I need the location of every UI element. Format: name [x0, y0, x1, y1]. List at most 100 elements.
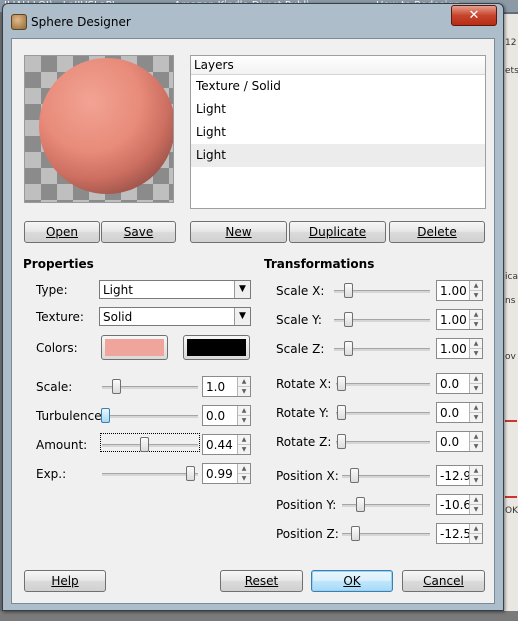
cancel-button[interactable]: Cancel: [402, 570, 485, 592]
spin-up-icon[interactable]: ▲: [470, 339, 482, 349]
exp-slider-track[interactable]: [102, 473, 198, 476]
scale-z-spinner[interactable]: 1.00 ▲ ▼: [436, 338, 483, 359]
exp-slider-handle[interactable]: [186, 466, 195, 481]
new-layer-button[interactable]: New: [190, 221, 287, 243]
save-button[interactable]: Save: [101, 221, 176, 243]
ok-button[interactable]: OK: [311, 570, 393, 592]
amount-value: 0.44: [206, 438, 233, 452]
spin-up-icon[interactable]: ▲: [470, 466, 482, 476]
spin-down-icon[interactable]: ▼: [470, 320, 482, 329]
spin-up-icon[interactable]: ▲: [238, 406, 250, 416]
position-x-spinner[interactable]: -12.9 ▲ ▼: [436, 465, 483, 486]
rotate-z-slider-track[interactable]: [336, 441, 430, 444]
rotate-y-slider-track[interactable]: [336, 412, 430, 415]
amount-spinner[interactable]: 0.44 ▲ ▼: [202, 434, 251, 455]
spin-up-icon[interactable]: ▲: [470, 495, 482, 505]
texture-combobox[interactable]: Solid ▼: [99, 307, 251, 326]
color1-button[interactable]: [101, 335, 168, 360]
spin-down-icon[interactable]: ▼: [470, 442, 482, 451]
spin-up-icon[interactable]: ▲: [238, 464, 250, 474]
layer-item[interactable]: Texture / Solid: [191, 75, 485, 98]
spin-down-icon[interactable]: ▼: [470, 349, 482, 358]
chevron-down-icon[interactable]: ▼: [234, 281, 250, 298]
duplicate-layer-button[interactable]: Duplicate: [289, 221, 386, 243]
layer-item[interactable]: Light: [191, 121, 485, 144]
amount-slider-track[interactable]: [102, 444, 198, 447]
scale-y-slider-handle[interactable]: [344, 312, 353, 327]
spin-down-icon[interactable]: ▼: [470, 384, 482, 393]
spin-down-icon[interactable]: ▼: [470, 413, 482, 422]
rotate-x-slider-handle[interactable]: [337, 376, 346, 391]
scale-y-label: Scale Y:: [276, 313, 322, 327]
scale-z-slider-handle[interactable]: [344, 341, 353, 356]
scale-x-spinner[interactable]: 1.00 ▲ ▼: [436, 280, 483, 301]
position-z-spinner[interactable]: -12.5 ▲ ▼: [436, 523, 483, 544]
help-button[interactable]: Help: [24, 570, 106, 592]
position-y-value: -10.6: [440, 498, 472, 512]
spin-up-icon[interactable]: ▲: [470, 403, 482, 413]
scale-slider-handle[interactable]: [112, 379, 121, 394]
sphere-render: [39, 58, 173, 194]
close-button[interactable]: ✕: [451, 5, 497, 26]
spin-down-icon[interactable]: ▼: [238, 416, 250, 425]
spin-up-icon[interactable]: ▲: [470, 524, 482, 534]
position-y-spinner[interactable]: -10.6 ▲ ▼: [436, 494, 483, 515]
amount-label: Amount:: [36, 438, 88, 452]
spin-down-icon[interactable]: ▼: [470, 291, 482, 300]
scale-value: 1.0: [206, 380, 226, 394]
turbulence-spinner[interactable]: 0.0 ▲ ▼: [202, 405, 251, 426]
chevron-down-icon[interactable]: ▼: [234, 308, 250, 325]
color2-button[interactable]: [183, 335, 250, 360]
window-title: Sphere Designer: [31, 15, 131, 29]
layer-item-selected[interactable]: Light: [191, 144, 485, 167]
position-z-slider-handle[interactable]: [351, 526, 360, 541]
title-bar[interactable]: Sphere Designer ✕: [3, 4, 503, 38]
colors-label: Colors:: [36, 341, 78, 355]
rotate-y-slider-handle[interactable]: [337, 405, 346, 420]
open-button[interactable]: Open: [24, 221, 100, 243]
scale-spinner[interactable]: 1.0 ▲ ▼: [202, 376, 251, 397]
type-value: Light: [103, 283, 133, 297]
position-x-label: Position X:: [276, 469, 339, 483]
scale-x-label: Scale X:: [276, 284, 325, 298]
layer-item[interactable]: Light: [191, 98, 485, 121]
scale-x-slider-handle[interactable]: [344, 283, 353, 298]
position-y-slider-handle[interactable]: [356, 497, 365, 512]
spin-up-icon[interactable]: ▲: [470, 310, 482, 320]
properties-heading: Properties: [23, 257, 94, 271]
type-combobox[interactable]: Light ▼: [99, 280, 251, 299]
turbulence-value: 0.0: [206, 409, 226, 423]
reset-button[interactable]: Reset: [220, 570, 303, 592]
position-x-slider-handle[interactable]: [350, 468, 359, 483]
rotate-x-spinner[interactable]: 0.0 ▲ ▼: [436, 373, 483, 394]
scale-y-spinner[interactable]: 1.00 ▲ ▼: [436, 309, 483, 330]
spin-up-icon[interactable]: ▲: [470, 374, 482, 384]
rotate-y-spinner[interactable]: 0.0 ▲ ▼: [436, 402, 483, 423]
spin-up-icon[interactable]: ▲: [470, 432, 482, 442]
delete-layer-button[interactable]: Delete: [389, 221, 485, 243]
layers-list[interactable]: Layers Texture / Solid Light Light Light: [190, 55, 486, 209]
rotate-z-spinner[interactable]: 0.0 ▲ ▼: [436, 431, 483, 452]
amount-slider-handle[interactable]: [140, 437, 149, 452]
background-graphic: [505, 420, 517, 422]
rotate-x-slider-track[interactable]: [336, 383, 430, 386]
exp-spinner[interactable]: 0.99 ▲ ▼: [202, 463, 251, 484]
spin-down-icon[interactable]: ▼: [238, 445, 250, 454]
spin-down-icon[interactable]: ▼: [238, 387, 250, 396]
spin-up-icon[interactable]: ▲: [470, 281, 482, 291]
spin-down-icon[interactable]: ▼: [470, 476, 482, 485]
scale-x-value: 1.00: [440, 284, 467, 298]
background-window-edge: [504, 14, 518, 621]
spin-down-icon[interactable]: ▼: [470, 505, 482, 514]
rotate-z-slider-handle[interactable]: [337, 434, 346, 449]
spin-down-icon[interactable]: ▼: [470, 534, 482, 543]
rotate-y-label: Rotate Y:: [276, 406, 329, 420]
turbulence-slider-handle[interactable]: [101, 408, 110, 423]
spin-up-icon[interactable]: ▲: [238, 377, 250, 387]
amount-focus-rect: [100, 433, 200, 452]
position-x-value: -12.9: [440, 469, 472, 483]
turbulence-slider-track[interactable]: [102, 415, 198, 418]
spin-up-icon[interactable]: ▲: [238, 435, 250, 445]
type-label: Type:: [36, 283, 68, 297]
spin-down-icon[interactable]: ▼: [238, 474, 250, 483]
